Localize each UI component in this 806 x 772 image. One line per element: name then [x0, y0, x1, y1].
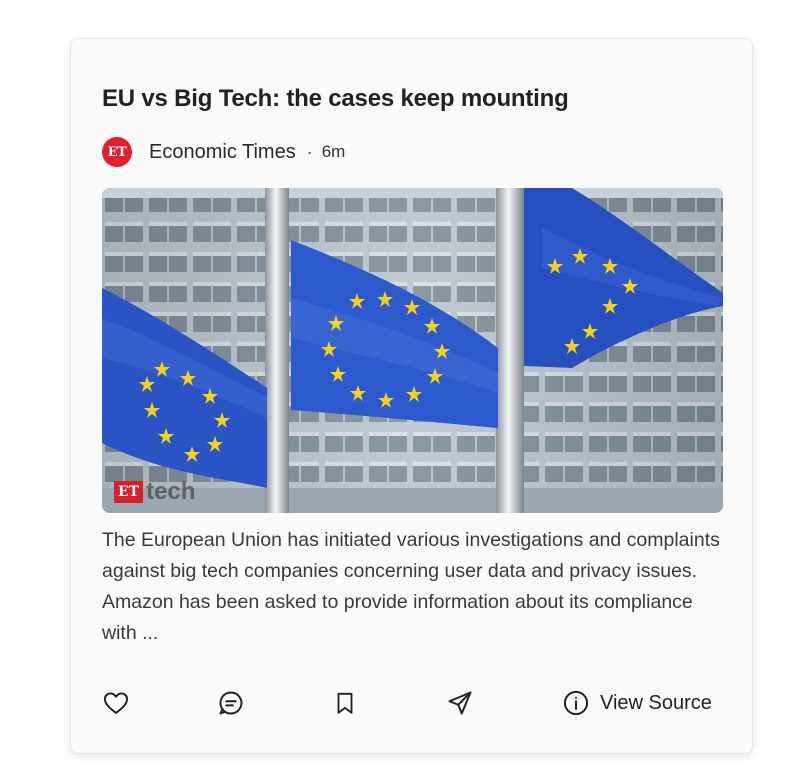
eu-flags-illustration [102, 188, 723, 513]
article-image[interactable]: ET tech [102, 188, 723, 513]
timestamp: 6m [321, 142, 346, 161]
watermark-logo: ET [114, 481, 144, 503]
view-source-button[interactable]: View Source [562, 689, 712, 717]
meta-separator: · [306, 141, 313, 162]
share-button[interactable] [446, 689, 474, 717]
article-meta: ET Economic Times · 6m [102, 137, 345, 167]
heart-icon [103, 692, 129, 714]
article-title[interactable]: EU vs Big Tech: the cases keep mounting [102, 85, 569, 113]
image-watermark: ET tech [114, 478, 196, 505]
news-card: EU vs Big Tech: the cases keep mounting … [70, 38, 753, 754]
bookmark-icon [337, 692, 353, 714]
comment-icon [219, 691, 243, 715]
source-name[interactable]: Economic Times [149, 141, 296, 164]
send-icon [448, 691, 472, 715]
article-excerpt: The European Union has initiated various… [102, 529, 720, 644]
like-button[interactable] [102, 689, 130, 717]
view-source-label: View Source [600, 691, 712, 714]
source-logo: ET [102, 137, 132, 167]
info-icon [563, 690, 589, 716]
bookmark-button[interactable] [332, 689, 358, 717]
action-bar: View Source [102, 685, 723, 725]
watermark-text: tech [146, 478, 196, 505]
comment-button[interactable] [217, 689, 245, 717]
